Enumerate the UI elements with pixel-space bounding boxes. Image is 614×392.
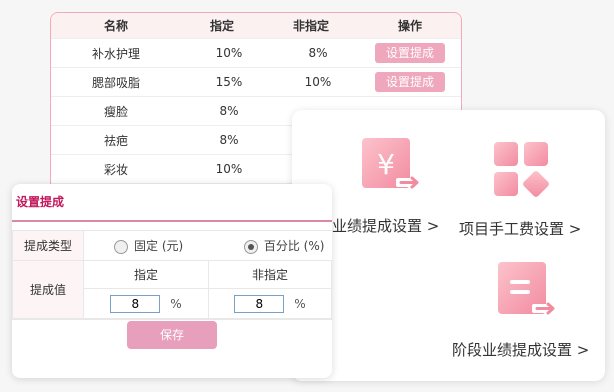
settings-card: ¥ 业绩提成设置 > 项目手工费设置 > 阶段业绩提成设置 > — [292, 110, 605, 381]
tile-project-handwork-fee[interactable]: 项目手工费设置 > — [452, 110, 605, 242]
option-fixed-label: 固定 (元) — [134, 239, 184, 253]
radio-fixed[interactable] — [114, 239, 128, 254]
option-percent-label: 百分比 (%) — [263, 239, 325, 253]
row-designated: 8% — [181, 96, 263, 126]
row-name: 彩妆 — [51, 154, 181, 184]
row-designated: 10% — [181, 38, 263, 68]
table-row: 腮部吸脂 15% 10% 设置提成 — [51, 67, 461, 97]
row-non-designated: 8% — [263, 38, 359, 68]
save-button[interactable]: 保存 — [127, 321, 217, 349]
table-header-row: 名称 指定 非指定 操作 — [51, 13, 461, 39]
blocks-icon — [494, 142, 549, 197]
set-commission-button[interactable]: 设置提成 — [375, 43, 445, 63]
commission-value-label: 提成值 — [12, 260, 84, 319]
tile-label: 项目手工费设置 > — [459, 220, 582, 238]
svg-text:¥: ¥ — [377, 148, 395, 181]
commission-form: 提成类型 固定 (元) 百分比 (%) 提成值 指定 非指定 % % — [12, 230, 332, 319]
option-fixed[interactable]: 固定 (元) — [114, 237, 240, 254]
yen-doc-icon: ¥ — [362, 138, 419, 189]
commission-type-label: 提成类型 — [12, 230, 84, 261]
row-name: 补水护理 — [51, 38, 181, 68]
table-row: 补水护理 10% 8% 设置提成 — [51, 38, 461, 68]
dialog-title: 设置提成 — [12, 184, 332, 222]
percent-unit: % — [294, 296, 306, 311]
row-name: 祛疤 — [51, 125, 181, 155]
radio-percent[interactable] — [243, 239, 258, 254]
row-designated: 10% — [181, 154, 263, 184]
tile-label: 阶段业绩提成设置 > — [452, 341, 590, 359]
percent-unit: % — [170, 296, 182, 311]
col-non-designated: 非指定 — [208, 260, 332, 289]
col-designated: 指定 — [83, 260, 209, 289]
header-action: 操作 — [359, 13, 461, 39]
header-name: 名称 — [51, 13, 181, 39]
header-designated: 指定 — [181, 13, 263, 39]
header-non-designated: 非指定 — [263, 13, 359, 39]
set-commission-button[interactable]: 设置提成 — [375, 72, 445, 92]
row-name: 瘦脸 — [51, 96, 181, 126]
row-name: 腮部吸脂 — [51, 67, 181, 97]
doc-arrow-icon — [498, 262, 555, 315]
row-designated: 8% — [181, 125, 263, 155]
designated-value-input[interactable] — [110, 294, 161, 313]
non-designated-value-input[interactable] — [234, 294, 285, 313]
tile-label: 业绩提成设置 > — [332, 217, 440, 235]
option-percent[interactable]: 百分比 (%) — [243, 237, 325, 254]
tile-stage-performance-commission[interactable]: 阶段业绩提成设置 > — [452, 250, 605, 381]
set-commission-dialog: 设置提成 提成类型 固定 (元) 百分比 (%) 提成值 指定 非指定 % — [12, 184, 332, 378]
row-non-designated: 10% — [263, 67, 359, 97]
row-designated: 15% — [181, 67, 263, 97]
